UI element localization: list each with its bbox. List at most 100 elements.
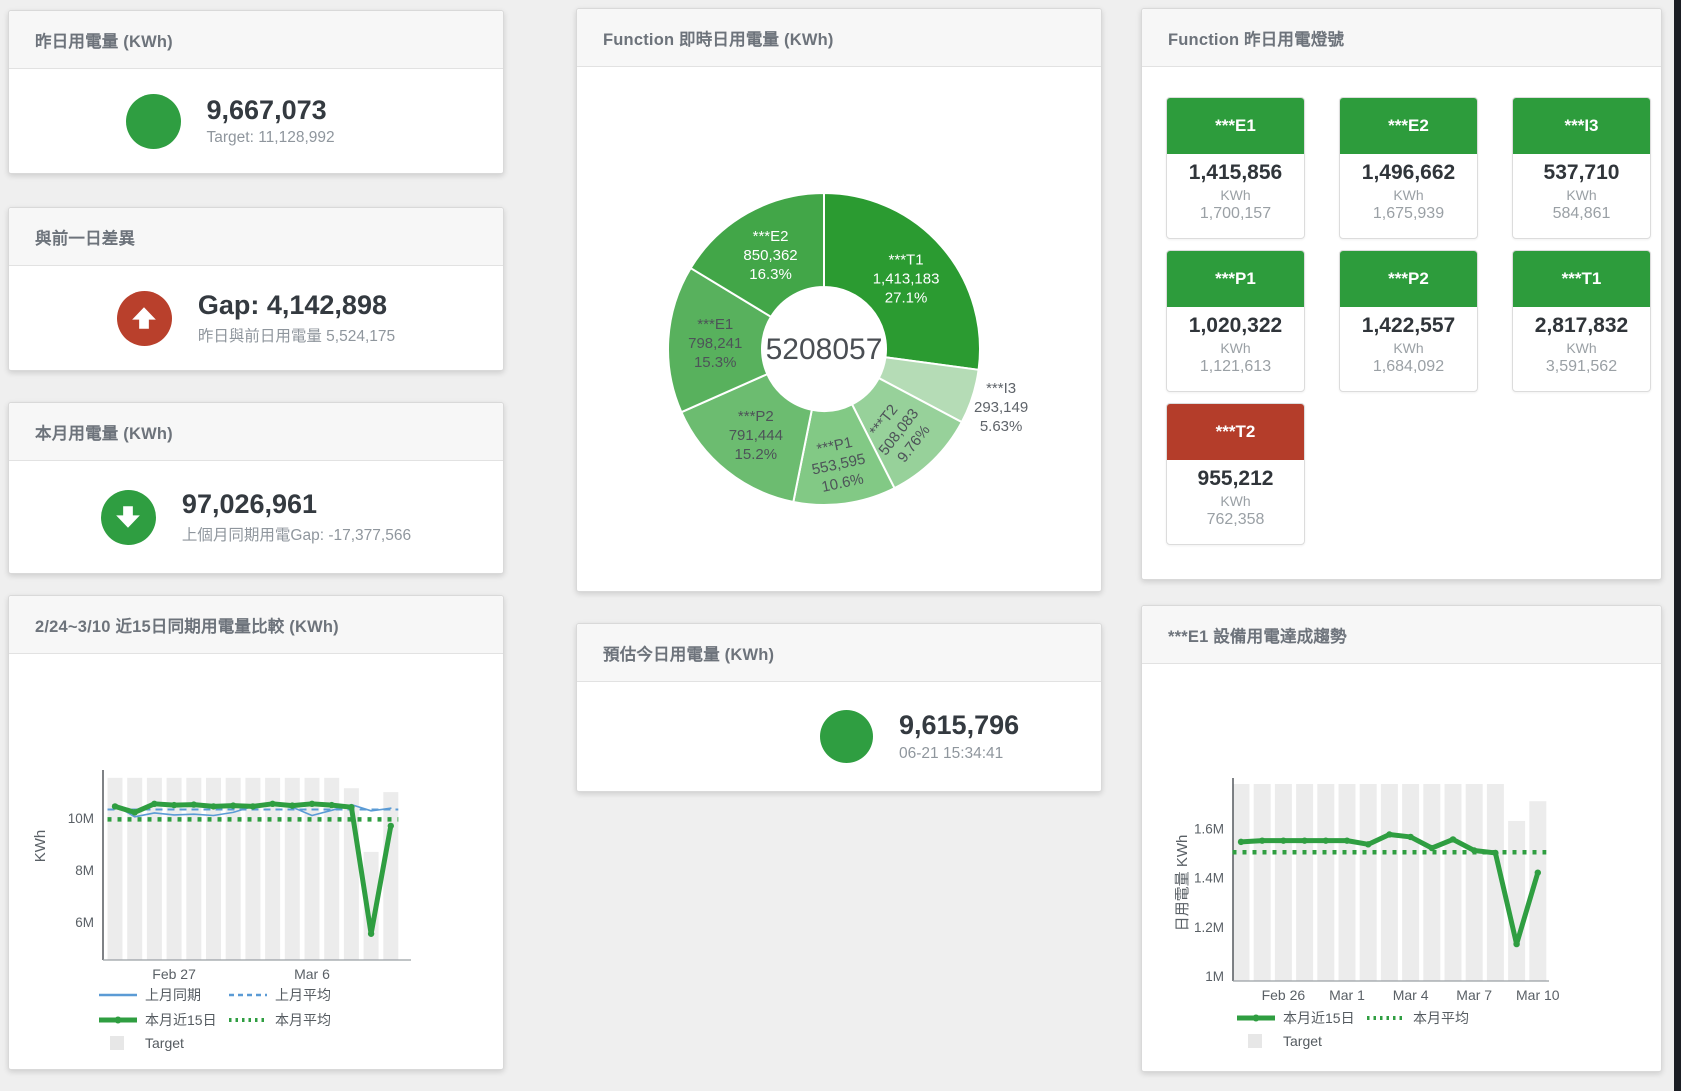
light-tile: ***T12,817,832KWh3,591,562 — [1512, 250, 1651, 392]
legend-sample-thick-icon — [99, 1012, 137, 1028]
panel-title: 2/24~3/10 近15日同期用電量比較 (KWh) — [35, 613, 339, 637]
panel-realtime-donut: Function 即時日用電量 (KWh) ***T11,413,18327.1… — [576, 8, 1102, 592]
series-point — [1429, 845, 1435, 851]
x-tick-label: Mar 7 — [1456, 987, 1492, 1003]
status-circle-green — [820, 710, 873, 763]
x-tick-label: Mar 10 — [1516, 987, 1560, 1003]
target-bar — [1466, 784, 1483, 981]
tile-status-header: ***E1 — [1167, 98, 1304, 154]
tile-status-header: ***T2 — [1167, 404, 1304, 460]
tile-status-header: ***P1 — [1167, 251, 1304, 307]
panel-header[interactable]: Function 即時日用電量 (KWh) — [577, 9, 1101, 67]
y-tick-label: 1M — [1205, 969, 1224, 984]
series-point — [1535, 869, 1541, 875]
series-point — [368, 931, 374, 937]
legend-label: 上月平均 — [275, 985, 331, 1005]
panel-e1-trend-chart: ***E1 設備用電達成趨勢 1M1.2M1.4M1.6MFeb 26Mar 1… — [1141, 605, 1662, 1072]
panel-header[interactable]: ***E1 設備用電達成趨勢 — [1142, 606, 1661, 664]
target-bar — [1508, 821, 1525, 981]
panel-month-usage: 本月用電量 (KWh) 97,026,961 上個月同期用電Gap: -17,3… — [8, 402, 504, 574]
stat-timestamp: 06-21 15:34:41 — [899, 745, 1059, 763]
target-bar — [1445, 784, 1462, 981]
series-point — [1450, 836, 1456, 842]
target-bar — [1339, 784, 1356, 981]
y-tick-label: 1.2M — [1194, 920, 1224, 935]
legend-sample-dot-icon — [1367, 1010, 1405, 1026]
target-bar — [1381, 784, 1398, 981]
series-point — [388, 823, 394, 829]
stat-subtext: 上個月同期用電Gap: -17,377,566 — [182, 523, 411, 545]
y-tick-label: 1.4M — [1194, 871, 1224, 886]
legend-item[interactable]: 上月同期 — [99, 985, 229, 1005]
light-tile: ***P21,422,557KWh1,684,092 — [1339, 250, 1478, 392]
stat-value: Gap: 4,142,898 — [198, 290, 395, 321]
legend-item[interactable]: 本月近15日 — [1237, 1008, 1367, 1028]
tile-unit: KWh — [1167, 187, 1304, 203]
panel-title: 本月用電量 (KWh) — [35, 420, 173, 444]
legend-item[interactable]: 本月近15日 — [99, 1010, 229, 1030]
series-point — [1513, 941, 1519, 947]
target-bar — [1423, 784, 1440, 981]
legend-label: 本月平均 — [1413, 1008, 1469, 1028]
tile-target-value: 3,591,562 — [1513, 358, 1650, 376]
series-point — [1323, 837, 1329, 843]
y-tick-label: 6M — [75, 915, 94, 930]
legend-sample-line-icon — [99, 987, 137, 1003]
legend-sample-thick-icon — [1237, 1010, 1275, 1026]
target-bar — [1233, 784, 1250, 981]
target-bar — [1317, 784, 1334, 981]
panel-title: 與前一日差異 — [35, 225, 135, 249]
legend-item[interactable]: 本月平均 — [229, 1010, 359, 1030]
panel-header[interactable]: 2/24~3/10 近15日同期用電量比較 (KWh) — [9, 596, 503, 654]
legend-sample-box-icon — [99, 1035, 137, 1051]
tile-value: 1,422,557 — [1340, 314, 1477, 338]
series-point — [1301, 837, 1307, 843]
series-point — [230, 802, 236, 808]
series-point — [329, 802, 335, 808]
panel-today-forecast: 預估今日用電量 (KWh) 9,615,796 06-21 15:34:41 — [576, 623, 1102, 792]
panel-title: 昨日用電量 (KWh) — [35, 28, 173, 52]
series-point — [112, 803, 118, 809]
tile-unit: KWh — [1513, 340, 1650, 356]
tile-unit: KWh — [1340, 187, 1477, 203]
panel-header[interactable]: 昨日用電量 (KWh) — [9, 11, 503, 69]
panel-header[interactable]: 與前一日差異 — [9, 208, 503, 266]
realtime-donut-chart: ***T11,413,18327.1%***I3293,1495.63%***T… — [577, 9, 1101, 591]
panel-header[interactable]: 預估今日用電量 (KWh) — [577, 624, 1101, 682]
tile-status-header: ***T1 — [1513, 251, 1650, 307]
legend-item[interactable]: 上月平均 — [229, 985, 359, 1005]
panel-header[interactable]: Function 昨日用電燈號 — [1142, 9, 1661, 67]
target-bar — [1360, 784, 1377, 981]
y-tick-label: 1.6M — [1194, 821, 1224, 836]
series-point — [309, 801, 315, 807]
tile-target-value: 584,861 — [1513, 205, 1650, 223]
tile-target-value: 1,700,157 — [1167, 205, 1304, 223]
panel-header[interactable]: 本月用電量 (KWh) — [9, 403, 503, 461]
arrow-down-icon — [101, 490, 156, 545]
tile-value: 1,020,322 — [1167, 314, 1304, 338]
donut-slice-label: ***I3293,1495.63% — [974, 380, 1028, 435]
legend-item[interactable]: 本月平均 — [1367, 1008, 1497, 1028]
legend-sample-dash-icon — [229, 987, 267, 1003]
y-axis-label: 日用電量 KWh — [1174, 835, 1191, 932]
legend-item[interactable]: Target — [1237, 1033, 1367, 1049]
tile-status-header: ***E2 — [1340, 98, 1477, 154]
series-point — [1386, 831, 1392, 837]
tile-target-value: 1,121,613 — [1167, 358, 1304, 376]
tile-target-value: 762,358 — [1167, 511, 1304, 529]
legend-item[interactable]: Target — [99, 1035, 229, 1051]
panel-title: Function 即時日用電量 (KWh) — [603, 26, 834, 50]
window-scrollbar[interactable] — [1674, 0, 1681, 1091]
light-tile: ***E11,415,856KWh1,700,157 — [1166, 97, 1305, 239]
trend-line-chart: 1M1.2M1.4M1.6MFeb 26Mar 1Mar 4Mar 7Mar 1… — [1142, 606, 1661, 1071]
tile-unit: KWh — [1513, 187, 1650, 203]
series-point — [171, 802, 177, 808]
tile-value: 1,496,662 — [1340, 161, 1477, 185]
chart-legend: 本月近15日 本月平均 Target — [1237, 1008, 1497, 1049]
legend-label: 本月平均 — [275, 1010, 331, 1030]
series-point — [1280, 837, 1286, 843]
stat-value: 9,615,796 — [899, 710, 1059, 741]
light-tile: ***I3537,710KWh584,861 — [1512, 97, 1651, 239]
x-tick-label: Mar 4 — [1393, 987, 1429, 1003]
tile-unit: KWh — [1167, 340, 1304, 356]
